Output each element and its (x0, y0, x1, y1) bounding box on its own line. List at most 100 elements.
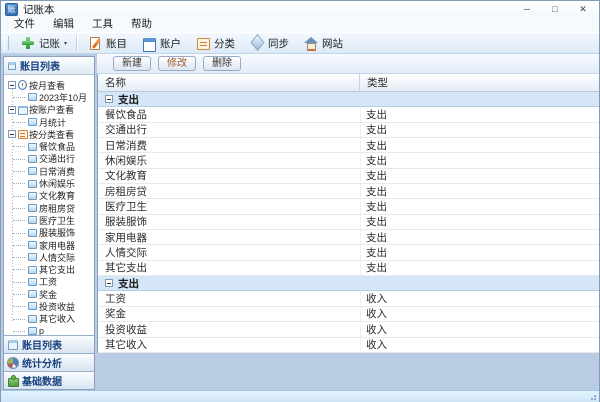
sidebar-nav-stats[interactable]: 统计分析 (4, 353, 94, 371)
cell-type: 收入 (360, 322, 599, 336)
table-row[interactable]: 服装服饰支出 (98, 215, 599, 230)
toolbar-button-accounts[interactable]: 账户 (134, 33, 188, 53)
column-header-name[interactable]: 名称 (98, 74, 360, 91)
resize-grip[interactable] (590, 394, 596, 400)
sidebar-nav-base-data[interactable]: 基础数据 (4, 371, 94, 389)
cell-name: 房租房贷 (98, 184, 360, 198)
tree-expand-toggle[interactable] (8, 81, 16, 89)
cell-name: 人情交际 (98, 245, 360, 259)
toolbar-button-label: 同步 (268, 36, 289, 51)
maximize-button[interactable]: □ (541, 2, 569, 17)
box-icon (28, 203, 37, 213)
table-row[interactable]: 交通出行支出 (98, 123, 599, 138)
tree-item[interactable]: 日常消费 (4, 165, 94, 177)
toolbar-button-add-record[interactable]: 记账▾ (13, 33, 74, 53)
tree-item[interactable]: 投资收益 (4, 300, 94, 312)
tree-item[interactable]: 医疗卫生 (4, 214, 94, 226)
tree-expand-toggle[interactable] (8, 106, 16, 114)
cell-type: 支出 (360, 199, 599, 213)
tree-item-label: 家用电器 (39, 239, 75, 252)
sidebar-nav-label: 账目列表 (22, 337, 62, 352)
minimize-button[interactable]: ─ (513, 2, 541, 17)
box-icon (28, 252, 37, 262)
table-row[interactable]: 其它收入收入 (98, 338, 599, 353)
menu-item[interactable]: 编辑 (44, 17, 83, 32)
table-row[interactable]: 餐饮食品支出 (98, 107, 599, 122)
table-row[interactable]: 文化教育支出 (98, 169, 599, 184)
tree-item-label: 服装服饰 (39, 226, 75, 239)
app-icon: 账 (5, 3, 18, 16)
pane-icon (7, 61, 17, 71)
tree-item[interactable]: 房租房贷 (4, 202, 94, 214)
tree-item[interactable]: 奖金 (4, 288, 94, 300)
tree-expand-toggle[interactable] (8, 130, 16, 138)
table-group-row[interactable]: 支出 (98, 276, 599, 291)
toolbar-button-label: 网站 (322, 36, 343, 51)
dropdown-caret-icon[interactable]: ▾ (64, 40, 67, 47)
table-row[interactable]: 医疗卫生支出 (98, 199, 599, 214)
group-collapse-toggle[interactable] (105, 95, 113, 103)
tree-item[interactable]: 餐饮食品 (4, 140, 94, 152)
tree-item[interactable]: 按月查看 (4, 79, 94, 91)
toolbar-button-sync[interactable]: 同步 (242, 33, 296, 53)
sidebar-header: 账目列表 (4, 57, 94, 75)
table-row[interactable]: 人情交际支出 (98, 245, 599, 260)
menu-item[interactable]: 文件 (5, 17, 44, 32)
tree-item[interactable]: 家用电器 (4, 239, 94, 251)
tree-item[interactable]: 休闲娱乐 (4, 177, 94, 189)
tree-item[interactable]: 交通出行 (4, 153, 94, 165)
group-collapse-toggle[interactable] (105, 279, 113, 287)
table-group-row[interactable]: 支出 (98, 92, 599, 107)
cell-name: 交通出行 (98, 123, 360, 137)
table-row[interactable]: 休闲娱乐支出 (98, 153, 599, 168)
tree-item[interactable]: 服装服饰 (4, 227, 94, 239)
tree-item[interactable]: 文化教育 (4, 190, 94, 202)
sync-icon (249, 35, 265, 51)
cell-name: 服装服饰 (98, 215, 360, 229)
menu-item[interactable]: 帮助 (122, 17, 161, 32)
account-icon (141, 35, 157, 51)
tree-item-label: 月统计 (39, 116, 66, 129)
cell-name: 家用电器 (98, 230, 360, 244)
tree-item[interactable]: p (4, 325, 94, 335)
table-row[interactable]: 奖金收入 (98, 307, 599, 322)
toolbar-button-label: 分类 (214, 36, 235, 51)
tree-item-label: 其它支出 (39, 263, 75, 276)
box-icon (28, 154, 37, 164)
table-row[interactable]: 投资收益收入 (98, 322, 599, 337)
box-icon (28, 301, 37, 311)
tree-item[interactable]: 按账户查看 (4, 104, 94, 116)
table-row[interactable]: 其它支出支出 (98, 261, 599, 276)
table-row[interactable]: 工资收入 (98, 291, 599, 306)
toolbar: 记账▾ 账目账户 分类 同步 网站 (1, 32, 599, 54)
box-icon (28, 215, 37, 225)
new-button[interactable]: 新建 (113, 56, 151, 71)
tree-item[interactable]: 工资 (4, 276, 94, 288)
table-row[interactable]: 日常消费支出 (98, 138, 599, 153)
edit-button[interactable]: 修改 (158, 56, 196, 71)
close-button[interactable]: ✕ (569, 2, 597, 17)
menu-item[interactable]: 工具 (83, 17, 122, 32)
toolbar-button-website[interactable]: 网站 (296, 33, 350, 53)
box-icon (28, 92, 37, 102)
sidebar-nav-accounts-list[interactable]: 账目列表 (4, 335, 94, 353)
delete-button[interactable]: 删除 (203, 56, 241, 71)
toolbar-button-records[interactable]: 账目 (80, 33, 134, 53)
tree-item[interactable]: 按分类查看 (4, 128, 94, 140)
toolbar-grip[interactable] (4, 36, 9, 50)
box-icon (28, 228, 37, 238)
box-icon (28, 142, 37, 152)
tree-item[interactable]: 月统计 (4, 116, 94, 128)
table-row[interactable]: 房租房贷支出 (98, 184, 599, 199)
column-header-type[interactable]: 类型 (360, 74, 599, 91)
tree-item[interactable]: 其它支出 (4, 263, 94, 275)
tree-item-label: 休闲娱乐 (39, 177, 75, 190)
toolbar-button-categories[interactable]: 分类 (188, 33, 242, 53)
cell-name: 文化教育 (98, 169, 360, 183)
cell-type: 支出 (360, 261, 599, 275)
tree-item[interactable]: 其它收入 (4, 313, 94, 325)
tree-item[interactable]: 人情交际 (4, 251, 94, 263)
tree-item[interactable]: 2023年10月 (4, 91, 94, 103)
tree-item-label: 按分类查看 (29, 128, 74, 141)
table-row[interactable]: 家用电器支出 (98, 230, 599, 245)
